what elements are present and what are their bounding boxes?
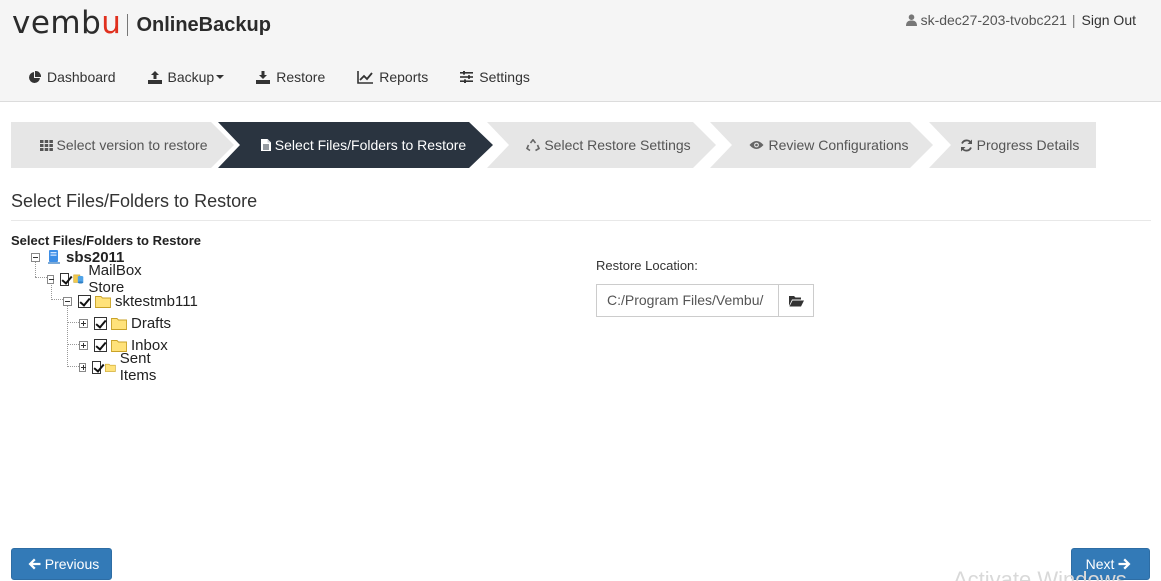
collapse-toggle[interactable]: [47, 274, 54, 284]
product-name: OnlineBackup: [136, 13, 271, 36]
folder-icon: [111, 317, 127, 330]
main-nav: Dashboard Backup Restore Reports Setting…: [28, 69, 562, 85]
tree-node-label: Drafts: [131, 314, 172, 332]
nav-restore[interactable]: Restore: [256, 69, 325, 85]
chevron-down-icon: [216, 75, 225, 79]
sign-out-link[interactable]: Sign Out: [1082, 12, 1136, 28]
user-bar: sk-dec27-203-tvobc221 | Sign Out: [905, 12, 1136, 28]
tree-node-label: Sent Items: [119, 350, 157, 384]
nav-reports[interactable]: Reports: [357, 69, 428, 85]
nav-backup-label: Backup: [167, 69, 215, 85]
folder-checkbox[interactable]: [91, 360, 102, 374]
upload-icon: [147, 70, 162, 84]
logo-divider: [127, 14, 129, 36]
username: sk-dec27-203-tvobc221: [920, 12, 1067, 28]
step-label: Select version to restore: [56, 137, 208, 153]
pie-chart-icon: [29, 70, 41, 83]
sliders-icon: [460, 71, 474, 83]
database-icon: [73, 274, 84, 284]
server-icon: [48, 250, 60, 264]
step-label: Review Configurations: [768, 137, 909, 153]
folder-icon: [105, 363, 116, 372]
mailbox-store-checkbox[interactable]: [59, 272, 70, 286]
collapse-toggle[interactable]: [31, 252, 40, 262]
collapse-toggle[interactable]: [63, 296, 72, 306]
wizard-steps: Select version to restore Select Files/F…: [11, 122, 1096, 168]
nav-dashboard[interactable]: Dashboard: [28, 69, 116, 85]
tree-title: Select Files/Folders to Restore: [11, 233, 202, 248]
folder-icon: [95, 295, 111, 308]
step-select-files[interactable]: Select Files/Folders to Restore: [218, 122, 495, 168]
eye-icon: [749, 141, 764, 149]
nav-reports-label: Reports: [379, 69, 429, 85]
step-review-configurations[interactable]: Review Configurations: [710, 122, 936, 168]
grid-icon: [39, 139, 53, 151]
nav-restore-label: Restore: [276, 69, 326, 85]
tree-node-mailbox[interactable]: sktestmb111: [63, 291, 198, 311]
title-divider: [11, 220, 1151, 221]
previous-button-label: Previous: [44, 556, 100, 572]
expand-toggle[interactable]: [79, 362, 86, 372]
folder-checkbox[interactable]: [94, 316, 107, 330]
step-label: Select Restore Settings: [544, 137, 691, 153]
line-chart-icon: [357, 70, 374, 84]
previous-button[interactable]: Previous: [11, 548, 112, 580]
tree-node-folder[interactable]: Drafts: [79, 313, 171, 333]
activation-watermark: Activate Windows: [953, 567, 1127, 581]
user-icon: [905, 14, 917, 26]
tree-node-label: sktestmb111: [115, 292, 198, 310]
recycle-icon: [526, 138, 541, 151]
tree-node-folder[interactable]: Sent Items: [79, 350, 168, 384]
arrow-left-icon: [28, 558, 41, 570]
nav-dashboard-label: Dashboard: [47, 69, 116, 85]
vembu-logo: vembu: [12, 5, 122, 41]
refresh-icon: [960, 139, 972, 151]
step-label: Progress Details: [976, 137, 1080, 153]
download-icon: [256, 70, 271, 84]
restore-location-label: Restore Location:: [596, 258, 698, 273]
expand-toggle[interactable]: [79, 318, 88, 328]
step-label: Select Files/Folders to Restore: [274, 137, 467, 153]
file-icon: [260, 139, 271, 151]
browse-folder-button[interactable]: [778, 284, 814, 317]
nav-settings-label: Settings: [479, 69, 530, 85]
step-select-version[interactable]: Select version to restore: [11, 122, 236, 168]
mailbox-checkbox[interactable]: [78, 294, 91, 308]
nav-settings[interactable]: Settings: [460, 69, 530, 85]
userbar-separator: |: [1071, 12, 1076, 28]
page-title: Select Files/Folders to Restore: [11, 191, 258, 211]
step-progress-details[interactable]: Progress Details: [929, 122, 1096, 168]
step-restore-settings[interactable]: Select Restore Settings: [487, 122, 718, 168]
app-logo: vembu OnlineBackup: [12, 5, 271, 41]
nav-backup[interactable]: Backup: [147, 69, 225, 85]
restore-location-input[interactable]: C:/Program Files/Vembu/: [596, 284, 779, 317]
folder-checkbox[interactable]: [94, 338, 107, 352]
app-header: vembu OnlineBackup sk-dec27-203-tvobc221…: [0, 0, 1161, 102]
tree-node-mailbox-store[interactable]: MailBox Store: [47, 262, 152, 296]
expand-toggle[interactable]: [79, 340, 88, 350]
folder-open-icon: [788, 295, 804, 306]
